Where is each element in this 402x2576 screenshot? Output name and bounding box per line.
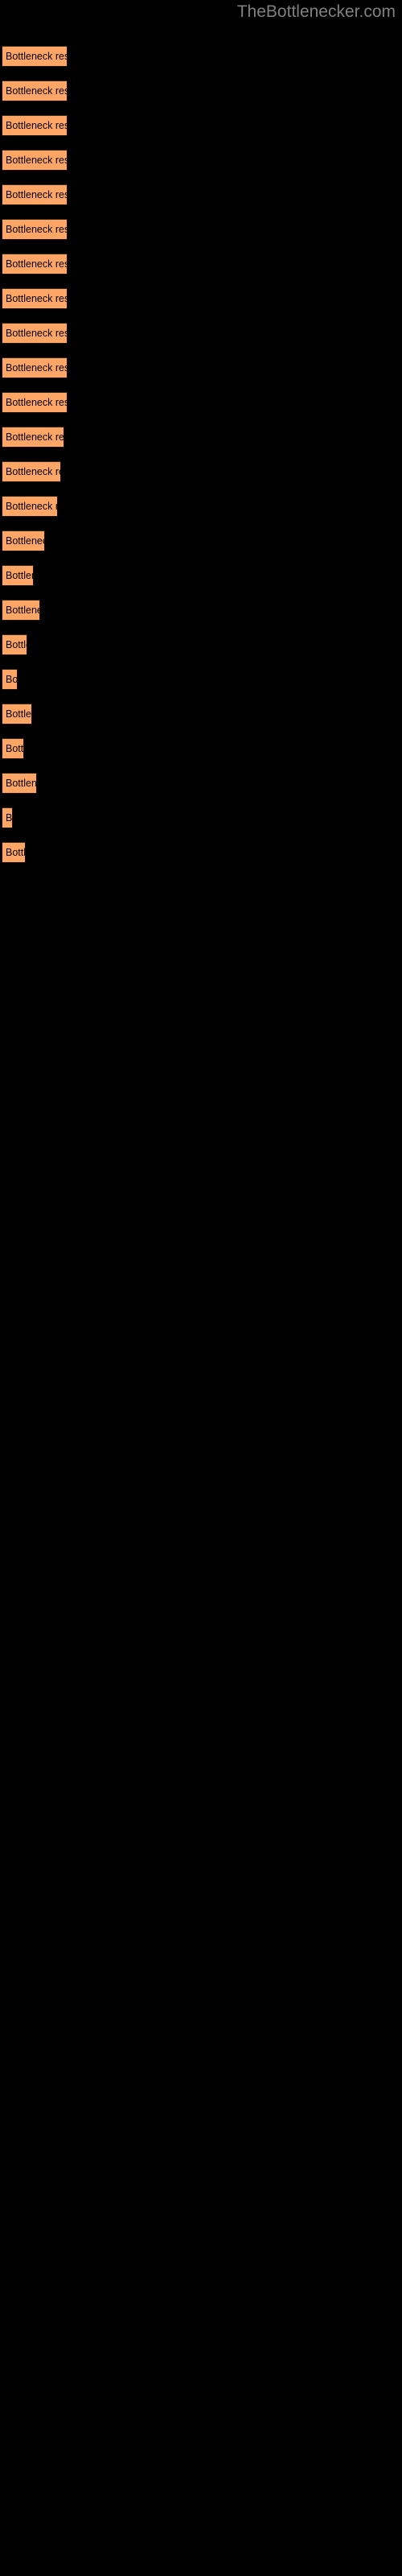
- bar-row: Bottleneck result: [0, 807, 402, 829]
- bottleneck-result-bar[interactable]: Bottleneck result: [2, 530, 45, 551]
- bar-label: Bottleneck result: [6, 155, 67, 166]
- bottleneck-result-bar[interactable]: Bottleneck result: [2, 738, 24, 759]
- bar-row: Bottleneck result: [0, 323, 402, 345]
- bar-label: Bottleneck result: [6, 258, 67, 270]
- bar-label: Bottleneck result: [6, 293, 67, 304]
- bottleneck-result-bar[interactable]: Bottleneck result: [2, 115, 68, 136]
- bottleneck-result-bar[interactable]: Bottleneck result: [2, 565, 34, 586]
- bar-row: Bottleneck result: [0, 80, 402, 102]
- bar-row: Bottleneck result: [0, 288, 402, 310]
- bottleneck-result-bar[interactable]: Bottleneck result: [2, 46, 68, 67]
- bottleneck-result-bar[interactable]: Bottleneck result: [2, 323, 68, 344]
- bar-row: Bottleneck result: [0, 219, 402, 241]
- bar-label: Bottleneck result: [6, 674, 18, 685]
- bar-label: Bottleneck result: [6, 189, 67, 200]
- bar-label: Bottleneck result: [6, 570, 33, 581]
- bottleneck-result-bar[interactable]: Bottleneck result: [2, 600, 40, 621]
- bottleneck-result-bar[interactable]: Bottleneck result: [2, 392, 68, 413]
- bar-row: Bottleneck result: [0, 184, 402, 206]
- bar-row: Bottleneck result: [0, 634, 402, 656]
- bottleneck-result-bar[interactable]: Bottleneck result: [2, 254, 68, 275]
- bottleneck-result-bar[interactable]: Bottleneck result: [2, 704, 32, 724]
- bar-label: Bottleneck result: [6, 743, 24, 754]
- bar-row: Bottleneck result: [0, 530, 402, 552]
- bar-label: Bottleneck result: [6, 431, 64, 443]
- bottleneck-result-bar[interactable]: Bottleneck result: [2, 357, 68, 378]
- bar-row: Bottleneck result: [0, 496, 402, 518]
- bar-label: Bottleneck result: [6, 397, 67, 408]
- bottleneck-result-bar[interactable]: Bottleneck result: [2, 634, 27, 655]
- bar-label: Bottleneck result: [6, 535, 44, 547]
- bar-label: Bottleneck result: [6, 120, 67, 131]
- bar-row: Bottleneck result: [0, 115, 402, 137]
- bar-label: Bottleneck result: [6, 847, 26, 858]
- bar-label: Bottleneck result: [6, 362, 67, 374]
- bar-row: Bottleneck result: [0, 427, 402, 448]
- bottleneck-result-bar[interactable]: Bottleneck result: [2, 669, 18, 690]
- bottleneck-result-bar[interactable]: Bottleneck result: [2, 288, 68, 309]
- bar-label: Bottleneck result: [6, 639, 27, 650]
- bar-row: Bottleneck result: [0, 600, 402, 621]
- bar-row: Bottleneck result: [0, 46, 402, 68]
- bar-label: Bottleneck result: [6, 224, 67, 235]
- bar-row: Bottleneck result: [0, 565, 402, 587]
- bar-row: Bottleneck result: [0, 254, 402, 275]
- bar-row: Bottleneck result: [0, 704, 402, 725]
- bottleneck-result-bar[interactable]: Bottleneck result: [2, 184, 68, 205]
- bottleneck-bar-chart: Bottleneck result Bottleneck result Bottle…: [0, 0, 402, 886]
- bottleneck-result-bar[interactable]: Bottleneck result: [2, 496, 58, 517]
- bar-label: Bottleneck result: [6, 812, 13, 824]
- bottleneck-result-bar[interactable]: Bottleneck result: [2, 80, 68, 101]
- bar-row: Bottleneck result: [0, 773, 402, 795]
- bottleneck-result-bar[interactable]: Bottleneck result: [2, 842, 26, 863]
- bottleneck-result-bar[interactable]: Bottleneck result: [2, 461, 61, 482]
- bottleneck-result-bar[interactable]: Bottleneck result: [2, 807, 13, 828]
- bar-label: Bottleneck result: [6, 708, 31, 720]
- bar-row: Bottleneck result: [0, 357, 402, 379]
- bar-row: Bottleneck result: [0, 461, 402, 483]
- bar-label: Bottleneck result: [6, 778, 37, 789]
- bar-label: Bottleneck result: [6, 85, 67, 97]
- bar-row: Bottleneck result: [0, 150, 402, 171]
- bottleneck-result-bar[interactable]: Bottleneck result: [2, 773, 37, 794]
- bar-label: Bottleneck result: [6, 51, 67, 62]
- bar-label: Bottleneck result: [6, 466, 60, 477]
- bar-label: Bottleneck result: [6, 501, 57, 512]
- bar-row: Bottleneck result: [0, 738, 402, 760]
- bar-label: Bottleneck result: [6, 328, 67, 339]
- bar-row: Bottleneck result: [0, 842, 402, 864]
- bottleneck-result-bar[interactable]: Bottleneck result: [2, 219, 68, 240]
- bottleneck-result-bar[interactable]: Bottleneck result: [2, 427, 64, 448]
- bar-label: Bottleneck result: [6, 605, 39, 616]
- bottleneck-result-bar[interactable]: Bottleneck result: [2, 150, 68, 171]
- bar-row: Bottleneck result: [0, 392, 402, 414]
- bar-row: Bottleneck result: [0, 669, 402, 691]
